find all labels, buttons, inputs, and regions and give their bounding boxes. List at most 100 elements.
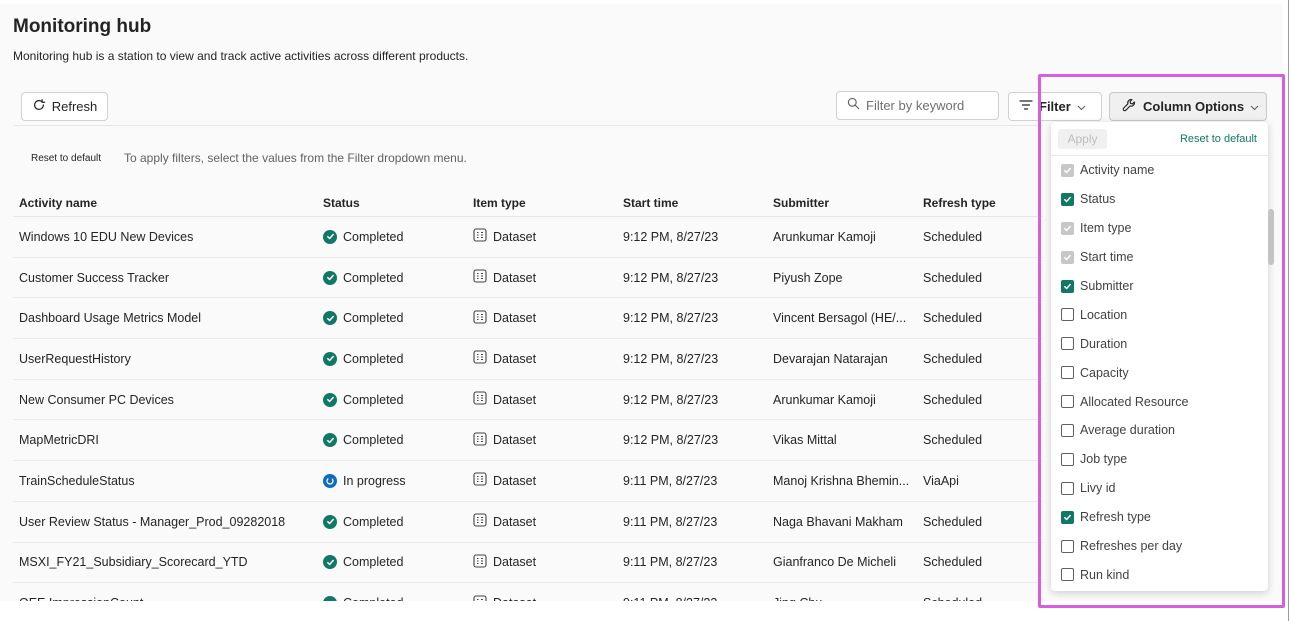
- dataset-grid-icon: [473, 432, 487, 449]
- table-row[interactable]: MapMetricDRI Completed Dataset 9:12 PM, 8/2…: [13, 420, 1043, 462]
- refresh-type: ViaApi: [923, 473, 959, 488]
- item-type-text: Dataset: [493, 392, 537, 407]
- column-option-capacity[interactable]: Capacity: [1051, 358, 1268, 387]
- checkbox: [1061, 221, 1074, 235]
- check-circle-icon: [323, 596, 337, 601]
- column-header-item-type[interactable]: Item type: [467, 196, 617, 210]
- apply-button[interactable]: Apply: [1058, 128, 1107, 149]
- dataset-grid-icon: [473, 269, 487, 286]
- checkbox[interactable]: [1061, 366, 1074, 380]
- column-option-duration[interactable]: Duration: [1051, 329, 1268, 358]
- column-header-status[interactable]: Status: [317, 196, 467, 210]
- column-header-submitter[interactable]: Submitter: [767, 196, 917, 210]
- activity-name[interactable]: New Consumer PC Devices: [13, 393, 317, 407]
- activity-name[interactable]: Dashboard Usage Metrics Model: [13, 311, 317, 325]
- checkbox[interactable]: [1061, 539, 1074, 553]
- checkbox[interactable]: [1061, 510, 1074, 524]
- item-type-text: Dataset: [493, 514, 537, 529]
- checkbox: [1061, 163, 1074, 177]
- activity-name[interactable]: TrainScheduleStatus: [13, 474, 317, 488]
- column-option-average-duration[interactable]: Average duration: [1051, 416, 1268, 445]
- search-input[interactable]: [866, 98, 996, 113]
- column-option-location[interactable]: Location: [1051, 300, 1268, 329]
- item-type-text: Dataset: [493, 270, 537, 285]
- filter-button[interactable]: Filter: [1008, 92, 1102, 121]
- search-box[interactable]: [836, 91, 999, 120]
- column-option-label: Submitter: [1080, 279, 1134, 293]
- column-option-label: Location: [1080, 307, 1128, 322]
- column-option-livy-id[interactable]: Livy id: [1051, 474, 1268, 503]
- column-header-refresh-type[interactable]: Refresh type: [917, 196, 1043, 210]
- item-type-cell: Dataset: [467, 310, 617, 327]
- check-circle-icon: [323, 555, 337, 570]
- dataset-grid-icon: [473, 391, 487, 408]
- column-option-label: Capacity: [1080, 365, 1129, 380]
- activity-name[interactable]: User Review Status - Manager_Prod_092820…: [13, 515, 317, 529]
- refresh-button[interactable]: Refresh: [21, 92, 108, 121]
- table-row[interactable]: UserRequestHistory Completed Dataset 9:12 P…: [13, 339, 1043, 380]
- checkbox[interactable]: [1061, 337, 1074, 351]
- submitter: Arunkumar Kamoji: [773, 392, 876, 407]
- reset-to-default-link[interactable]: Reset to default: [1180, 133, 1257, 145]
- column-options-button[interactable]: Column Options: [1109, 92, 1267, 121]
- status-cell: Completed: [317, 514, 467, 529]
- column-options-list: Activity name Status Item type Start time Su…: [1051, 156, 1268, 589]
- checkbox[interactable]: [1061, 308, 1074, 322]
- refresh-icon: [32, 98, 46, 115]
- table-row[interactable]: Windows 10 EDU New Devices Completed Datas…: [13, 217, 1043, 258]
- column-option-status[interactable]: Status: [1051, 185, 1268, 214]
- column-option-run-kind[interactable]: Run kind: [1051, 560, 1268, 589]
- checkbox[interactable]: [1061, 481, 1074, 495]
- activity-name[interactable]: OEE ImpressionCount: [13, 596, 317, 601]
- item-type-cell: Dataset: [467, 432, 617, 449]
- status-cell: Completed: [317, 392, 467, 407]
- start-time: 9:12 PM, 8/27/23: [623, 311, 719, 326]
- checkbox[interactable]: [1061, 279, 1074, 293]
- column-option-allocated-resource[interactable]: Allocated Resource: [1051, 387, 1268, 416]
- submitter: Naga Bhavani Makham: [773, 514, 903, 529]
- status-text: Completed: [343, 311, 404, 326]
- refresh-type: Scheduled: [923, 311, 983, 326]
- table-row[interactable]: Customer Success Tracker Completed Dataset…: [13, 258, 1043, 299]
- checkbox[interactable]: [1061, 423, 1074, 437]
- table-row[interactable]: Dashboard Usage Metrics Model Completed Da…: [13, 298, 1043, 340]
- column-option-label: Job type: [1080, 452, 1128, 467]
- chevron-down-icon: [1250, 99, 1259, 114]
- checkbox[interactable]: [1061, 452, 1074, 466]
- column-option-submitter[interactable]: Submitter: [1051, 272, 1268, 301]
- column-option-activity-name: Activity name: [1051, 156, 1268, 185]
- column-option-refresh-type[interactable]: Refresh type: [1051, 503, 1268, 532]
- column-header-activity-name[interactable]: Activity name: [13, 196, 317, 210]
- table-row[interactable]: OEE ImpressionCount Completed Dataset 9:11 …: [13, 583, 1043, 601]
- start-time: 9:12 PM, 8/27/23: [623, 270, 719, 285]
- status-cell: Completed: [317, 270, 467, 285]
- status-text: Completed: [343, 351, 404, 366]
- table-row[interactable]: MSXI_FY21_Subsidiary_Scorecard_YTD Comple…: [13, 543, 1043, 584]
- progress-circle-icon: [323, 473, 337, 488]
- filter-label: Filter: [1039, 99, 1071, 114]
- checkbox[interactable]: [1061, 568, 1074, 582]
- column-option-label: Allocated Resource: [1080, 394, 1189, 409]
- table-row[interactable]: New Consumer PC Devices Completed Dataset 9…: [13, 380, 1043, 421]
- status-cell: In progress: [317, 473, 467, 488]
- status-text: Completed: [343, 514, 404, 529]
- refresh-type: Scheduled: [923, 514, 983, 529]
- submitter: Piyush Zope: [773, 270, 843, 285]
- refresh-label: Refresh: [51, 99, 98, 114]
- column-option-label: Start time: [1080, 250, 1134, 265]
- column-option-job-type[interactable]: Job type: [1051, 445, 1268, 474]
- reset-filters-link[interactable]: Reset to default: [31, 153, 101, 164]
- table-row[interactable]: TrainScheduleStatus In progress Dataset 9:1…: [13, 461, 1043, 502]
- activity-name[interactable]: MSXI_FY21_Subsidiary_Scorecard_YTD: [13, 555, 317, 569]
- table-row[interactable]: User Review Status - Manager_Prod_092820…: [13, 502, 1043, 543]
- column-header-start-time[interactable]: Start time: [617, 196, 767, 210]
- activity-name[interactable]: Customer Success Tracker: [13, 271, 317, 285]
- activity-name[interactable]: MapMetricDRI: [13, 433, 317, 447]
- checkbox[interactable]: [1061, 192, 1074, 206]
- checkbox[interactable]: [1061, 395, 1074, 409]
- window-edge: [1288, 0, 1289, 621]
- panel-scrollbar-thumb[interactable]: [1268, 209, 1274, 265]
- column-option-refreshes-per-day[interactable]: Refreshes per day: [1051, 532, 1268, 561]
- activity-name[interactable]: UserRequestHistory: [13, 352, 317, 366]
- activity-name[interactable]: Windows 10 EDU New Devices: [13, 230, 317, 244]
